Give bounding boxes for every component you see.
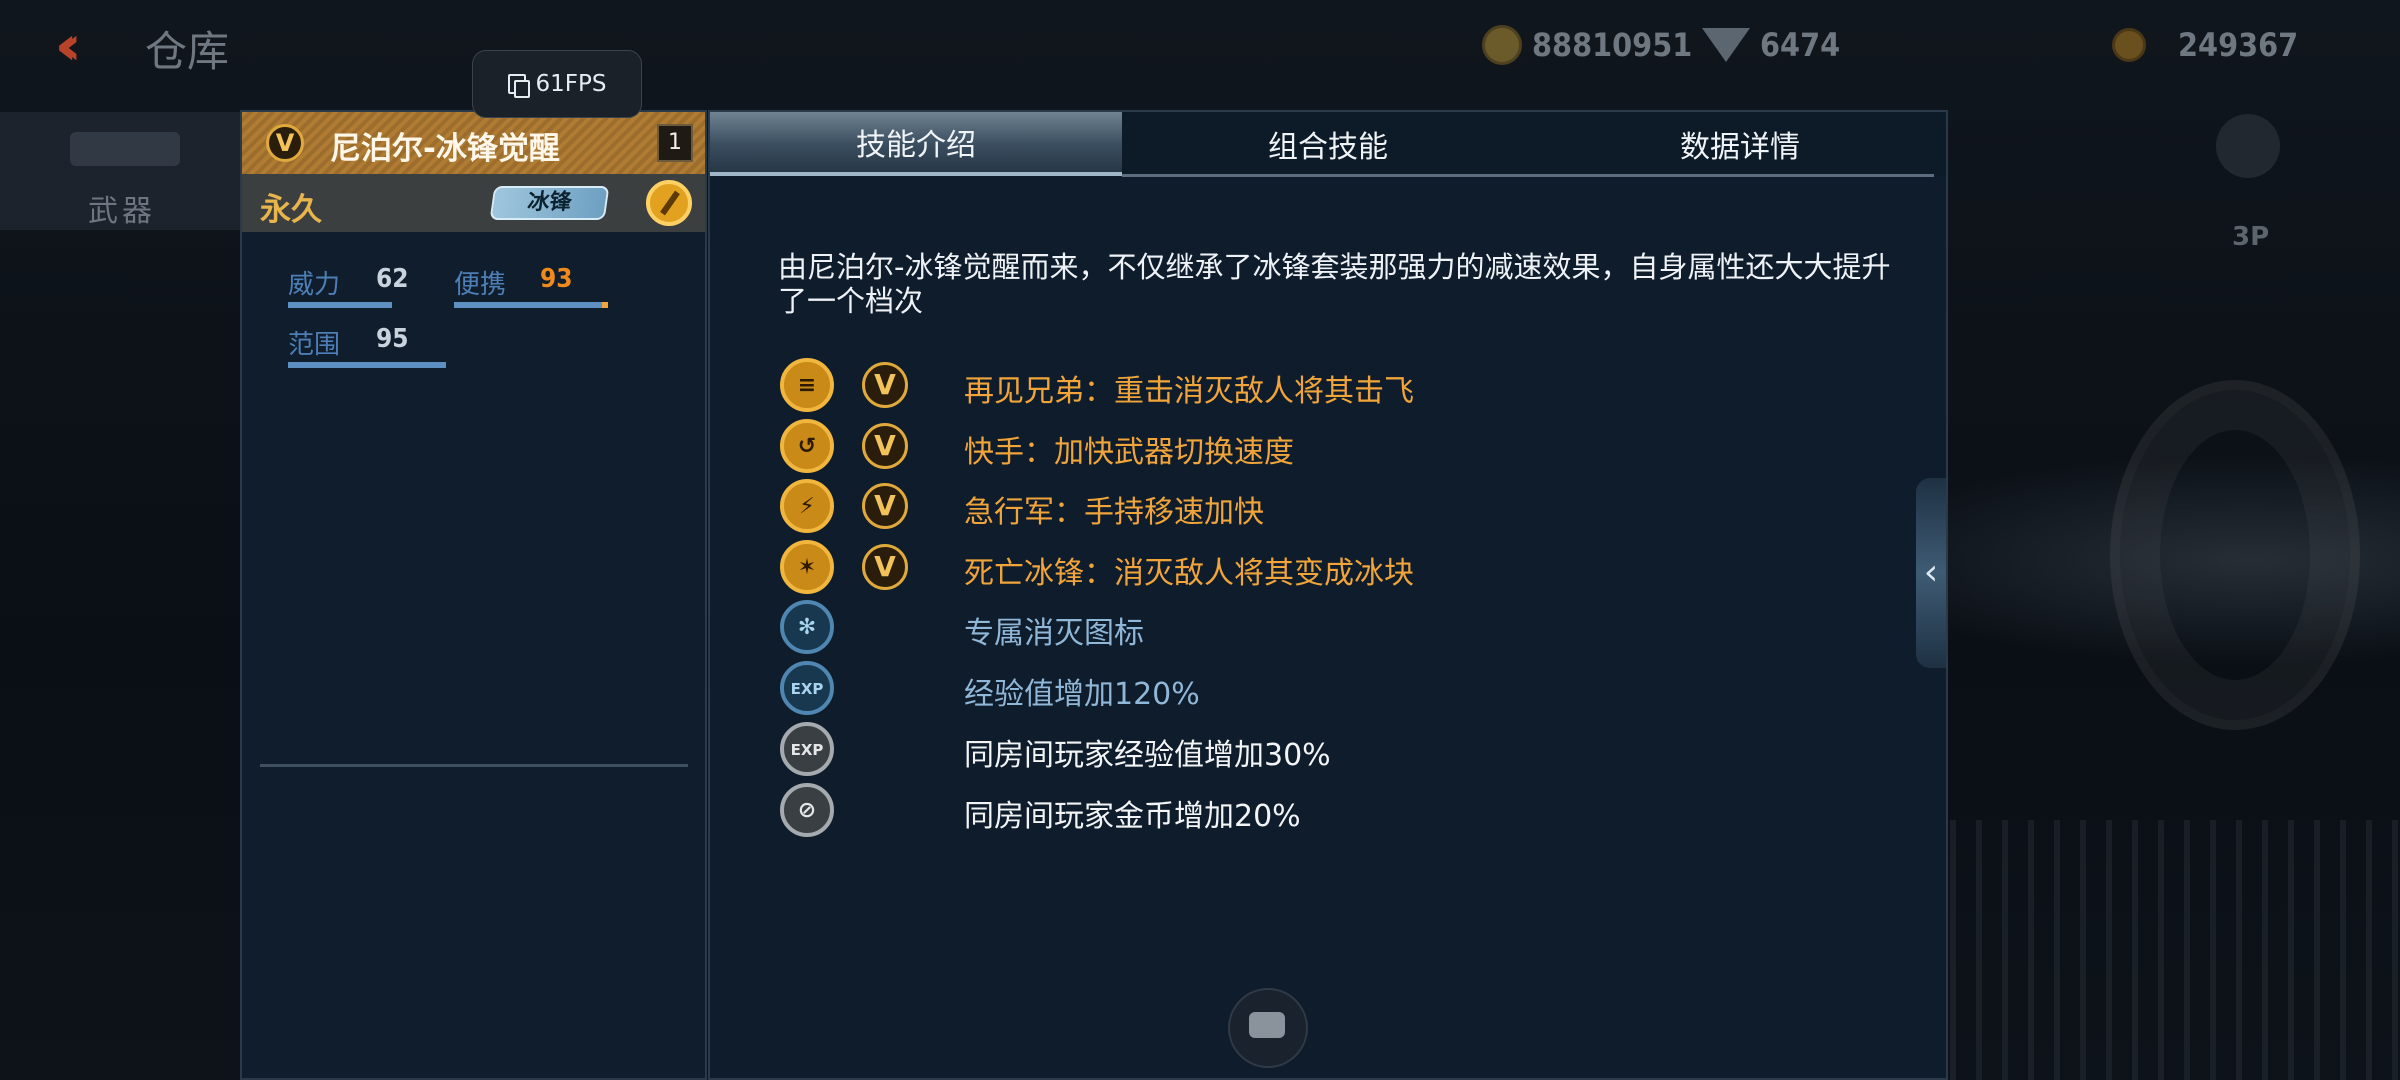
- skill-text: 急行军：手持移速加快: [964, 495, 1264, 530]
- weapon-card-header: V 尼泊尔-冰锋觉醒 1: [242, 112, 705, 174]
- weapon-level-badge: 1: [657, 124, 693, 162]
- gold-currency: 88810951: [1482, 22, 1692, 68]
- skill-v-badge: V: [862, 423, 908, 469]
- skill-row: ⊘ 同房间玩家金币增加20%: [780, 783, 1880, 839]
- skill-text: 同房间玩家金币增加20%: [964, 799, 1301, 834]
- skill-text: 专属消灭图标: [964, 616, 1144, 651]
- diamond-currency-value: 6474: [1760, 26, 1841, 64]
- gold-currency-value: 88810951: [1532, 26, 1693, 64]
- ice-series-tag: 冰锋: [489, 186, 610, 220]
- room-exp-icon: EXP: [780, 722, 834, 776]
- skill-row: EXP 经验值增加120%: [780, 661, 1880, 717]
- weapon-card: V 尼泊尔-冰锋觉醒 1 永久 冰锋 威力 62 便携 93 范围 95: [240, 110, 707, 1080]
- skill-v-badge: V: [862, 483, 908, 529]
- background-target: [2110, 380, 2360, 730]
- stat-bar: [288, 302, 392, 308]
- background-floor: [1950, 820, 2400, 1080]
- chat-bubble-icon[interactable]: [1228, 988, 1308, 1068]
- stat-value: 95: [376, 324, 409, 354]
- skill-row: EXP 同房间玩家经验值增加30%: [780, 722, 1880, 778]
- swap-hand-icon: ↺: [780, 419, 834, 473]
- stat-label: 便携: [454, 270, 507, 300]
- room-coin-icon: ⊘: [780, 783, 834, 837]
- kick-icon: ≡: [780, 358, 834, 412]
- skill-text: 同房间玩家经验值增加30%: [964, 738, 1331, 773]
- stat-bar: [454, 302, 602, 308]
- diamond-icon: [1702, 28, 1750, 62]
- stat-value: 62: [376, 264, 409, 294]
- skill-text: 经验值增加120%: [964, 677, 1200, 712]
- stat-bar: [288, 362, 446, 368]
- vip-v-icon: V: [862, 483, 908, 529]
- skill-text: 再见兄弟：重击消灭敌人将其击飞: [964, 374, 1414, 409]
- stat-label: 范围: [288, 330, 341, 360]
- tab-combo-skills[interactable]: 组合技能: [1122, 112, 1534, 176]
- skill-v-badge: V: [862, 362, 908, 408]
- skill-row: ⚡ V 急行军：手持移速加快: [780, 479, 1880, 535]
- collapse-panel-tab[interactable]: ‹: [1916, 478, 1946, 668]
- coin-currency-value: 249367: [2178, 26, 2299, 64]
- stat-label: 威力: [288, 270, 341, 300]
- running-icon: ⚡: [780, 479, 834, 533]
- tab-bar: 技能介绍 组合技能 数据详情: [710, 112, 1946, 176]
- tab-underline: [1122, 174, 1934, 177]
- gold-coin-icon: [1482, 25, 1522, 65]
- skill-text: 死亡冰锋：消灭敌人将其变成冰块: [964, 556, 1414, 591]
- freeze-skull-icon: ✶: [780, 540, 834, 594]
- vip-v-icon: V: [862, 362, 908, 408]
- view-mode-toggle[interactable]: 3P: [2232, 222, 2269, 252]
- sidebar-item-label: 武器: [88, 194, 156, 229]
- skill-row: ✶ V 死亡冰锋：消灭敌人将其变成冰块: [780, 540, 1880, 596]
- page-title: 仓库: [145, 27, 230, 76]
- coin-currency: 249367: [2112, 22, 2298, 68]
- fps-counter: 61FPS: [472, 50, 642, 118]
- skill-text: 快手：加快武器切换速度: [964, 435, 1294, 470]
- card-divider: [260, 764, 688, 767]
- tab-data-details[interactable]: 数据详情: [1534, 112, 1946, 176]
- stat-bar-bonus: [602, 302, 608, 308]
- back-arrow-icon[interactable]: ‹‹: [55, 18, 115, 74]
- vip-v-icon: V: [266, 124, 304, 162]
- skill-v-badge: V: [862, 544, 908, 590]
- skill-row: ↺ V 快手：加快武器切换速度: [780, 419, 1880, 475]
- exp-icon: EXP: [780, 661, 834, 715]
- weapon-card-subheader: 永久 冰锋: [242, 174, 705, 232]
- duration-label: 永久: [260, 192, 322, 228]
- sidebar-item-weapons[interactable]: 武器: [0, 112, 242, 230]
- stat-value: 93: [540, 264, 573, 294]
- rifle-icon: [70, 132, 180, 166]
- diamond-currency: 6474: [1702, 22, 1840, 68]
- skill-row: ✻ 专属消灭图标: [780, 600, 1880, 656]
- coin-icon: [2112, 28, 2146, 62]
- snowflake-icon: ✻: [780, 600, 834, 654]
- tab-skill-intro[interactable]: 技能介绍: [710, 112, 1122, 176]
- gold-rank-icon: [646, 180, 692, 226]
- vip-v-icon: V: [862, 544, 908, 590]
- weapon-name: 尼泊尔-冰锋觉醒: [330, 131, 560, 167]
- gamepad-icon[interactable]: [2216, 114, 2280, 178]
- copy-icon: [507, 74, 530, 98]
- skill-row: ≡ V 再见兄弟：重击消灭敌人将其击飞: [780, 358, 1880, 414]
- fps-label: 61FPS: [535, 71, 607, 97]
- top-bar: ‹‹ 仓库 88810951 6474 249367: [0, 0, 2400, 90]
- weapon-description: 由尼泊尔-冰锋觉醒而来，不仅继承了冰锋套装那强力的减速效果，自身属性还大大提升了…: [778, 250, 1891, 318]
- vip-v-icon: V: [862, 423, 908, 469]
- skill-panel: 技能介绍 组合技能 数据详情 由尼泊尔-冰锋觉醒而来，不仅继承了冰锋套装那强力的…: [708, 110, 1948, 1080]
